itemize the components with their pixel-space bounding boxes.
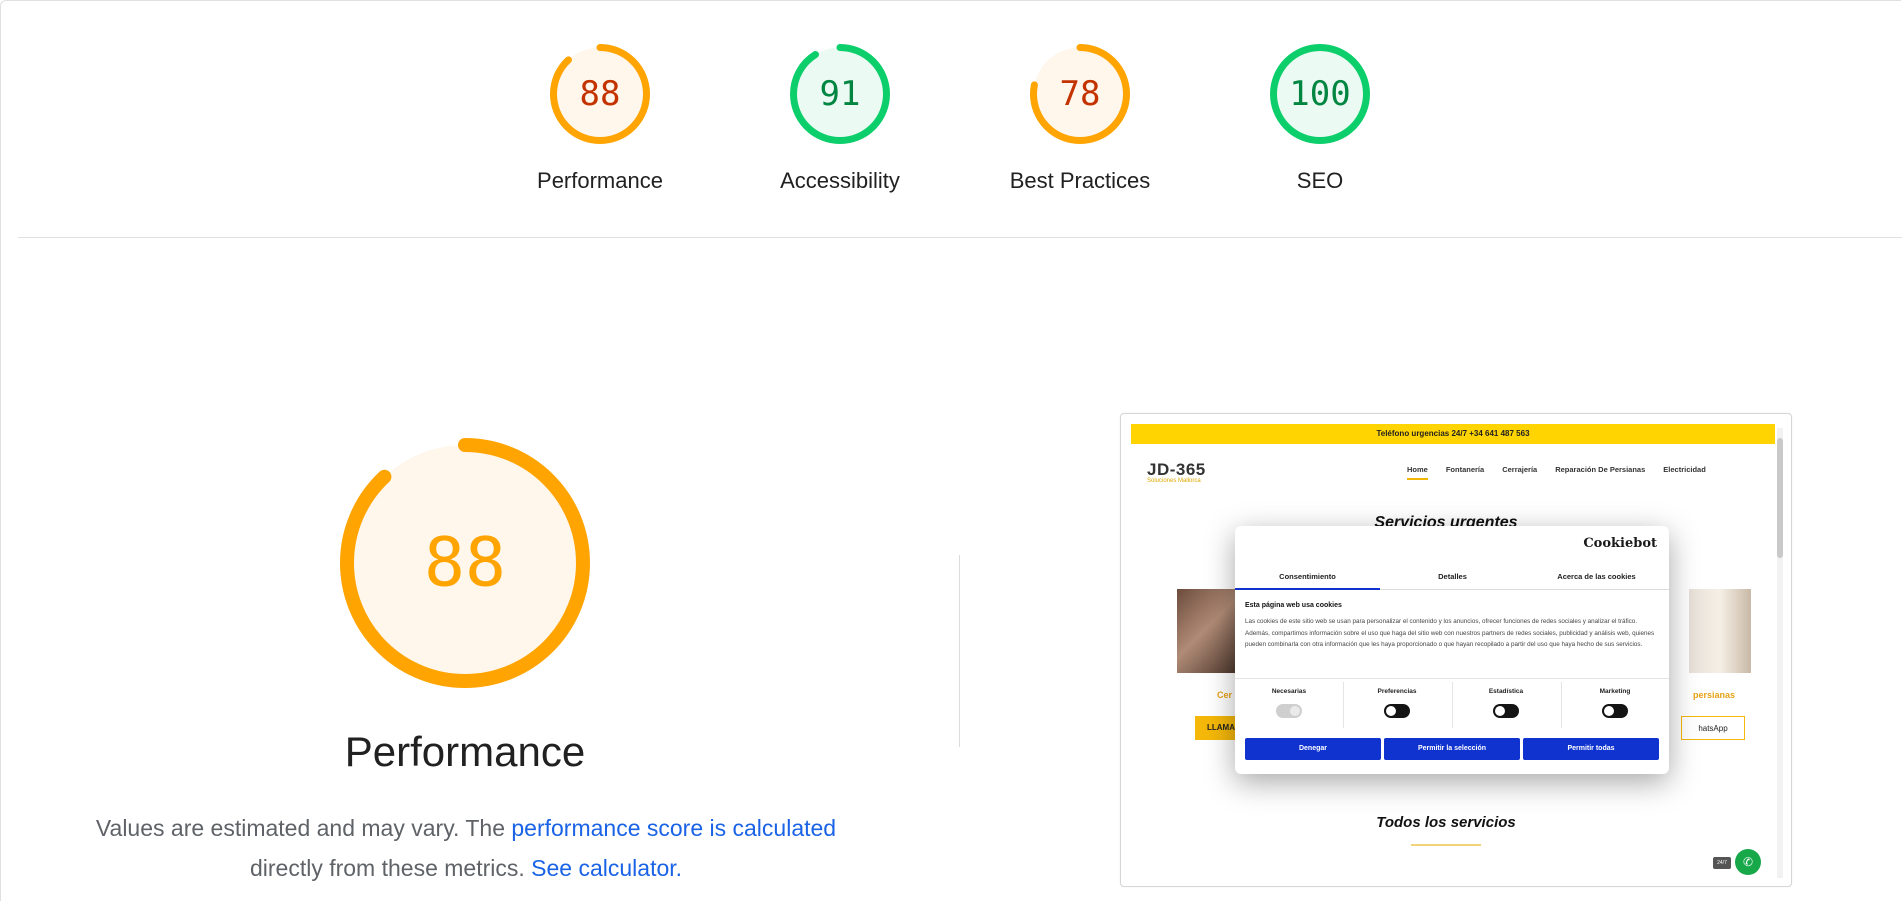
phone-icon: ✆ [1735,849,1761,875]
gauge-label: SEO [1296,168,1344,193]
nav-electricidad: Electricidad [1663,465,1706,474]
gauge-score: 91 [820,74,861,114]
service-title-right: persianas [1693,690,1736,700]
gauge-accessibility[interactable]: 91 Accessibility [750,44,930,194]
gauge-score: 88 [580,74,621,114]
score-calculated-link[interactable]: performance score is calculated [511,815,836,841]
vertical-divider [959,555,960,747]
toggle-marketing [1602,704,1628,718]
toggle-necesarias [1276,704,1302,718]
cookie-tabs: Consentimiento Detalles Acerca de las co… [1235,564,1669,590]
gauge-score: 88 [424,524,506,603]
site-heading-todos: Todos los servicios [1376,814,1516,831]
cookie-allow-all-button: Permitir todas [1523,738,1659,760]
desc-middle: directly from these metrics. [249,855,532,881]
performance-title: Performance [344,728,586,775]
option-divider [1452,682,1453,728]
site-topbar: Teléfono urgencias 24/7 +34 641 487 563 [1131,424,1775,444]
gauge-performance[interactable]: 88 Performance [510,44,690,194]
nav-home: Home [1407,465,1428,480]
cookie-separator [1235,678,1669,679]
nav-cerrajeria: Cerrajería [1502,465,1538,474]
cookie-option-marketing: Marketing [1599,688,1631,695]
see-calculator-link[interactable]: See calculator. [531,855,682,881]
cookie-option-necesarias: Necesarias [1271,688,1307,695]
site-whatsapp-button: hatsApp [1681,716,1745,740]
performance-description: Values are estimated and may vary. The p… [58,808,874,888]
nav-persianas: Reparación De Persianas [1555,465,1646,474]
site-logo: JD-365 [1147,460,1206,479]
site-logo-sub: Soluciones Mallorca [1147,478,1201,484]
service-title-left: Cer [1217,690,1233,700]
cookie-tab-details: Detalles [1438,572,1467,581]
performance-big-gauge: 88 [340,438,590,688]
cookie-allow-selection-button: Permitir la selección [1384,738,1520,760]
service-image-right [1689,589,1751,673]
gauge-score: 78 [1060,74,1101,114]
gauge-label: Performance [537,168,663,193]
cookie-deny-button: Denegar [1245,738,1381,760]
gauge-label: Accessibility [780,168,900,193]
score-gauges: 88 Performance 91 Accessibility 78 Best Pra… [0,0,1902,238]
nav-fontaneria: Fontanería [1445,465,1485,474]
site-nav: Home Fontanería Cerrajería Reparación De Pe… [1407,465,1724,480]
option-divider [1343,682,1344,728]
cookie-option-preferencias: Preferencias [1377,688,1417,695]
toggle-estadistica [1493,704,1519,718]
gauge-label: Best Practices [1009,168,1151,193]
gauge-seo[interactable]: 100 SEO [1230,44,1410,194]
cookie-dialog: Cookiebot Consentimiento Detalles Acerca… [1235,526,1669,774]
cookie-tab-consent: Consentimiento [1235,564,1380,590]
final-screenshot: Teléfono urgencias 24/7 +34 641 487 563 … [1120,413,1792,887]
gauge-score: 100 [1289,74,1350,114]
site-247-badge: 24/7 [1713,857,1731,869]
cookie-tab-about: Acerca de las cookies [1557,572,1636,581]
cookiebot-logo: Cookiebot [1583,536,1657,551]
scroll-thumb [1777,438,1783,558]
cookie-body: Las cookies de este sitio web se usan pa… [1245,618,1655,649]
section-divider [18,237,1902,238]
heading-underline [1411,844,1481,846]
desc-prefix: Values are estimated and may vary. The [95,815,512,841]
toggle-preferencias [1384,704,1410,718]
site-scrollbar [1777,428,1783,878]
gauge-best-practices[interactable]: 78 Best Practices [990,44,1170,194]
cookie-heading: Esta página web usa cookies [1245,602,1342,609]
cookie-option-estadistica: Estadística [1488,688,1524,695]
option-divider [1561,682,1562,728]
